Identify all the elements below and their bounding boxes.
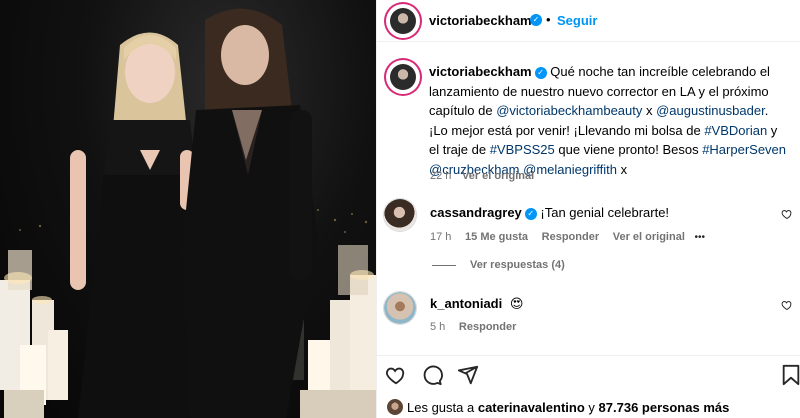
commenter-avatar[interactable] bbox=[383, 291, 417, 325]
post-photo[interactable] bbox=[0, 0, 376, 418]
share-icon[interactable] bbox=[457, 364, 479, 386]
caption-text: x bbox=[642, 103, 657, 118]
see-original-button[interactable]: Ver el original bbox=[462, 170, 534, 182]
likes-prefix: Les gusta a bbox=[407, 400, 475, 415]
view-replies-button[interactable]: Ver respuestas (4) bbox=[470, 259, 565, 271]
mention-link[interactable]: @augustinusbader bbox=[656, 103, 765, 118]
post-actions-bar bbox=[377, 355, 800, 395]
reply-button[interactable]: Responder bbox=[459, 321, 516, 333]
author-avatar[interactable] bbox=[386, 4, 420, 38]
author-username[interactable]: victoriabeckham bbox=[429, 13, 532, 28]
photo-illustration bbox=[0, 8, 376, 418]
liker-avatar[interactable] bbox=[387, 399, 403, 415]
likes-summary: Les gusta a caterinavalentino y 87.736 p… bbox=[377, 395, 800, 418]
verified-badge-icon: ✓ bbox=[524, 208, 537, 220]
verified-badge-icon: ✓ bbox=[530, 14, 542, 26]
bookmark-icon[interactable] bbox=[781, 364, 800, 386]
caption-timestamp[interactable]: 22 h bbox=[430, 170, 451, 182]
comment-text: ¡Tan genial celebrarte! bbox=[540, 205, 670, 220]
mention-link[interactable]: @melaniegriffith bbox=[523, 162, 617, 177]
comment-icon[interactable] bbox=[421, 364, 443, 386]
liker-username[interactable]: caterinavalentino bbox=[478, 400, 585, 415]
comment-timestamp[interactable]: 17 h bbox=[430, 231, 451, 243]
caption-text: x bbox=[617, 161, 628, 177]
hashtag-link[interactable]: #VBPSS25 bbox=[490, 142, 555, 157]
post-panel: victoriabeckham ✓ • Seguir victoriabeckh… bbox=[376, 0, 800, 418]
see-original-button[interactable]: Ver el original bbox=[613, 231, 685, 243]
commenter-username[interactable]: k_antoniadi bbox=[430, 296, 502, 311]
follow-button[interactable]: Seguir bbox=[557, 13, 597, 28]
heart-icon[interactable] bbox=[385, 364, 407, 386]
more-options-icon[interactable]: ••• bbox=[695, 232, 706, 243]
comment-meta: 17 h 15 Me gusta Responder Ver el origin… bbox=[430, 228, 705, 243]
comment-like-icon[interactable] bbox=[781, 299, 793, 311]
separator-dot: • bbox=[546, 12, 551, 27]
hashtag-link[interactable]: #HarperSeven bbox=[702, 142, 786, 157]
caption-text: que viene pronto! Besos bbox=[554, 142, 703, 157]
commenter-username[interactable]: cassandragrey bbox=[430, 205, 522, 220]
comment-like-icon[interactable] bbox=[781, 208, 793, 220]
hashtag-link[interactable]: #VBDorian bbox=[704, 123, 767, 138]
comment-likes-count[interactable]: 15 Me gusta bbox=[465, 231, 528, 243]
caption-author-avatar[interactable] bbox=[386, 60, 420, 94]
likes-middle: y bbox=[588, 400, 595, 415]
reply-button[interactable]: Responder bbox=[542, 231, 599, 243]
comment-timestamp[interactable]: 5 h bbox=[430, 321, 445, 333]
verified-badge-icon: ✓ bbox=[534, 67, 547, 79]
replies-line bbox=[432, 265, 456, 266]
post-header: victoriabeckham ✓ • Seguir bbox=[377, 0, 800, 42]
comment-meta: 5 h Responder bbox=[430, 318, 516, 333]
post-caption: victoriabeckham ✓ Qué noche tan increíble… bbox=[429, 62, 789, 179]
comment-body: cassandragrey ✓ ¡Tan genial celebrarte! bbox=[430, 205, 669, 220]
comment-emoji: 😍 bbox=[509, 296, 524, 311]
commenter-avatar[interactable] bbox=[383, 198, 417, 232]
likes-text: Les gusta a caterinavalentino y 87.736 p… bbox=[407, 400, 729, 415]
likes-count[interactable]: 87.736 personas más bbox=[599, 400, 730, 415]
mention-link[interactable]: @victoriabeckhambeauty bbox=[496, 103, 642, 118]
candles-left bbox=[0, 250, 68, 418]
caption-author-username[interactable]: victoriabeckham bbox=[429, 64, 532, 79]
comment-body: k_antoniadi 😍 bbox=[430, 296, 523, 312]
